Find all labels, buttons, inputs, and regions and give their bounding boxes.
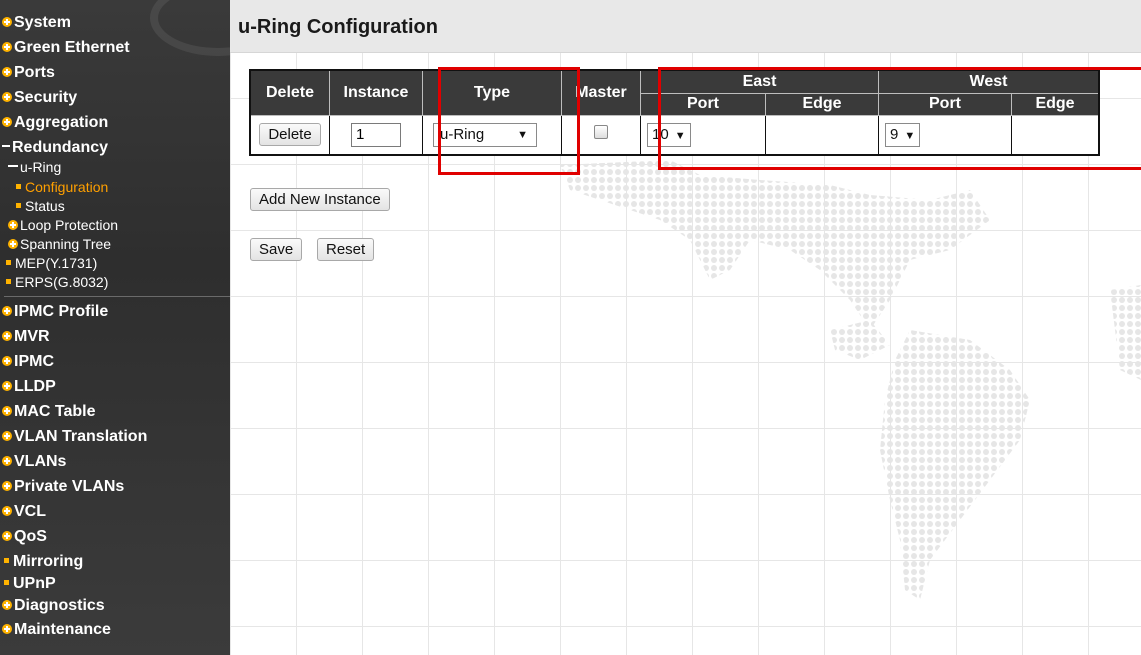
sidebar-item-aggregation[interactable]: Aggregation [0,114,108,132]
sidebar-item-private-vlans[interactable]: Private VLANs [0,478,124,496]
instance-input[interactable] [351,122,401,147]
sidebar-item-label: Loop Protection [20,217,119,233]
sidebar-divider [4,296,230,297]
sidebar-item-diagnostics[interactable]: Diagnostics [0,597,105,615]
sidebar-item-label: LLDP [14,378,56,395]
master-checkbox[interactable] [594,125,608,140]
sidebar-item-label: Configuration [25,179,109,195]
sidebar-item-label: MVR [14,328,50,345]
sidebar-item-loop-protection[interactable]: Loop Protection [6,216,118,234]
plus-circle-icon [2,306,12,316]
sidebar-item-erps[interactable]: ERPS(G.8032) [2,273,108,291]
sidebar-item-label: ERPS(G.8032) [15,274,109,290]
sidebar-item-upnp[interactable]: UPnP [0,575,56,593]
sidebar-item-label: VLANs [14,453,67,470]
add-new-instance-button[interactable]: Add New Instance [250,188,390,211]
sidebar-item-label: Security [14,89,78,106]
plus-circle-icon [2,624,12,634]
orange-square-icon [4,558,9,563]
plus-circle-icon [2,356,12,366]
plus-circle-icon [8,220,18,230]
sidebar-item-label: Redundancy [12,139,109,156]
sidebar-item-redundancy[interactable]: Redundancy [0,139,108,157]
plus-circle-icon [2,406,12,416]
minus-icon [8,165,18,167]
header-delete: Delete [249,69,330,116]
sidebar-item-security[interactable]: Security [0,89,77,107]
minus-icon [2,145,10,147]
sidebar-item-lldp[interactable]: LLDP [0,378,56,396]
sidebar-item-label: IPMC [14,353,54,370]
title-bar: u-Ring Configuration [230,0,1141,53]
plus-circle-icon [2,506,12,516]
sidebar-item-label: Private VLANs [14,478,125,495]
orange-square-icon [6,279,11,284]
sidebar-item-qos[interactable]: QoS [0,528,47,546]
sidebar-item-label: System [14,14,71,31]
plus-circle-icon [2,381,12,391]
sidebar-item-label: Green Ethernet [14,39,130,56]
plus-circle-icon [2,456,12,466]
sidebar-item-mep[interactable]: MEP(Y.1731) [2,254,97,272]
sidebar-item-ipmc-profile[interactable]: IPMC Profile [0,303,108,321]
east-west-highlight-box [658,67,1141,170]
orange-square-icon [16,203,21,208]
sidebar-item-label: Maintenance [14,621,111,638]
sidebar-item-status[interactable]: Status [12,197,65,215]
sidebar-item-label: MAC Table [14,403,96,420]
header-instance: Instance [329,69,423,116]
sidebar-item-label: UPnP [13,575,56,592]
sidebar-item-mac-table[interactable]: MAC Table [0,403,95,421]
plus-circle-icon [2,431,12,441]
plus-circle-icon [2,481,12,491]
reset-button[interactable]: Reset [317,238,375,261]
sidebar: System Green Ethernet Ports Security Agg… [0,0,286,655]
orange-square-icon [6,260,11,265]
orange-square-icon [16,184,21,189]
sidebar-item-ipmc[interactable]: IPMC [0,353,54,371]
plus-circle-icon [2,42,12,52]
sidebar-item-label: Ports [14,64,55,81]
cell-delete: Delete [249,114,330,156]
delete-button[interactable]: Delete [259,123,321,147]
sidebar-item-u-ring[interactable]: u-Ring [6,159,61,175]
sidebar-item-label: Status [25,198,65,214]
sidebar-item-spanning-tree[interactable]: Spanning Tree [6,235,111,253]
page-title: u-Ring Configuration [238,16,438,38]
sidebar-item-label: QoS [14,528,47,545]
sidebar-item-label: Diagnostics [14,597,105,614]
sidebar-item-label: VLAN Translation [14,428,148,445]
save-button[interactable]: Save [250,238,303,261]
sidebar-item-label: Spanning Tree [20,236,112,252]
sidebar-item-vlan-translation[interactable]: VLAN Translation [0,428,147,446]
sidebar-item-ports[interactable]: Ports [0,64,55,82]
plus-circle-icon [8,239,18,249]
plus-circle-icon [2,331,12,341]
plus-circle-icon [2,531,12,541]
sidebar-item-configuration[interactable]: Configuration [12,178,108,196]
sidebar-item-label: u-Ring [20,159,62,175]
main-content: u-Ring Configuration Delete Instance Typ… [230,0,1141,655]
sidebar-item-label: MEP(Y.1731) [15,255,98,271]
sidebar-item-mirroring[interactable]: Mirroring [0,553,83,571]
sidebar-item-maintenance[interactable]: Maintenance [0,621,111,639]
sidebar-item-label: IPMC Profile [14,303,109,320]
sidebar-item-label: Mirroring [13,553,84,570]
type-highlight-box [438,67,580,175]
sidebar-item-mvr[interactable]: MVR [0,328,50,346]
plus-circle-icon [2,117,12,127]
sidebar-item-vlans[interactable]: VLANs [0,453,66,471]
plus-circle-icon [2,67,12,77]
cell-instance [329,114,423,156]
sidebar-item-green-ethernet[interactable]: Green Ethernet [0,39,130,57]
sidebar-item-vcl[interactable]: VCL [0,503,46,521]
plus-circle-icon [2,17,12,27]
orange-square-icon [4,580,9,585]
plus-circle-icon [2,92,12,102]
sidebar-item-system[interactable]: System [0,14,71,32]
sidebar-item-label: VCL [14,503,46,520]
plus-circle-icon [2,600,12,610]
sidebar-item-label: Aggregation [14,114,109,131]
